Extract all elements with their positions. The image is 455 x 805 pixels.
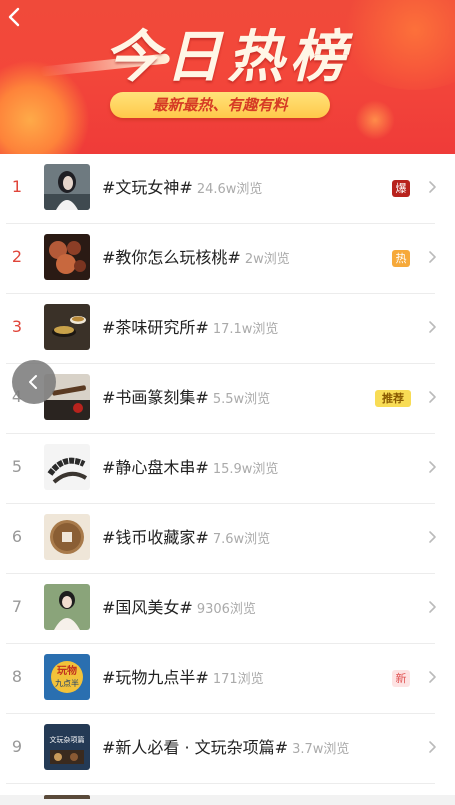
row-arrow[interactable] — [425, 389, 439, 405]
view-count: 3.7w浏览 — [292, 742, 350, 757]
hot-list-banner: 今日热榜 最新最热、有趣有料 — [0, 0, 455, 154]
row-arrow[interactable] — [425, 249, 439, 265]
thumbnail-tea-cup — [44, 304, 90, 350]
chevron-right-icon — [429, 181, 436, 193]
rank-number: 5 — [11, 457, 23, 476]
view-count: 24.6w浏览 — [196, 182, 263, 197]
thumbnail-guide-cover: 文玩杂项篇 — [44, 724, 90, 770]
row-arrow[interactable] — [425, 529, 439, 545]
row-arrow[interactable] — [425, 179, 439, 195]
chevron-right-icon — [429, 251, 436, 263]
chevron-right-icon — [429, 321, 436, 333]
bottom-scroll-edge — [0, 795, 455, 805]
floating-back-button[interactable] — [12, 360, 56, 404]
view-count: 9306浏览 — [196, 602, 256, 617]
rank-number: 7 — [11, 597, 23, 616]
row-arrow[interactable] — [425, 739, 439, 755]
view-count: 171浏览 — [212, 672, 264, 687]
thumbnail-walnut-beads — [44, 234, 90, 280]
topic-title: #茶味研究所# — [102, 318, 209, 337]
hot-badge-explosive: 爆 — [392, 180, 410, 197]
chevron-right-icon — [429, 461, 436, 473]
view-count: 7.6w浏览 — [212, 532, 271, 547]
recommend-badge: 推荐 — [375, 390, 411, 407]
topic-title: #新人必看 · 文玩杂项篇# — [102, 738, 289, 757]
topic-row-8[interactable]: 8 玩物 九点半 #玩物九点半# 171浏览 新 — [0, 644, 455, 714]
chevron-right-icon — [429, 601, 436, 613]
hot-topic-list: 1 #文玩女神# 24.6w浏览 爆 2 #教你怎么玩核桃# 2w浏览 热 3 … — [0, 154, 455, 784]
rank-number: 6 — [11, 527, 23, 546]
topic-title: #国风美女# — [102, 598, 193, 617]
row-arrow[interactable] — [425, 599, 439, 615]
topic-title: #玩物九点半# — [102, 668, 209, 687]
svg-text:玩物: 玩物 — [57, 664, 77, 677]
thumbnail-coin — [44, 514, 90, 560]
topic-title: #书画篆刻集# — [102, 388, 209, 407]
banner-subtitle: 最新最热、有趣有料 — [110, 92, 330, 118]
new-badge: 新 — [392, 670, 410, 687]
topic-title: #钱币收藏家# — [102, 528, 209, 547]
svg-text:文玩杂项篇: 文玩杂项篇 — [50, 735, 85, 744]
next-row-thumbnail-peek — [44, 795, 90, 799]
chevron-right-icon — [429, 531, 436, 543]
chevron-right-icon — [429, 671, 436, 683]
topic-row-6[interactable]: 6 #钱币收藏家# 7.6w浏览 — [0, 504, 455, 574]
topic-row-3[interactable]: 3 #茶味研究所# 17.1w浏览 — [0, 294, 455, 364]
rank-number: 2 — [11, 247, 23, 266]
view-count: 2w浏览 — [244, 252, 290, 267]
chevron-right-icon — [429, 391, 436, 403]
topic-row-9[interactable]: 9 文玩杂项篇 #新人必看 · 文玩杂项篇# 3.7w浏览 — [0, 714, 455, 784]
banner-title: 今日热榜 — [103, 24, 352, 90]
row-arrow[interactable] — [425, 319, 439, 335]
chevron-right-icon — [429, 741, 436, 753]
thumbnail-wood-beads — [44, 444, 90, 490]
hot-badge: 热 — [392, 250, 410, 267]
topic-title: #文玩女神# — [102, 178, 193, 197]
svg-text:九点半: 九点半 — [55, 678, 79, 688]
rank-number: 3 — [11, 317, 23, 336]
rank-number: 1 — [11, 177, 23, 196]
thumbnail-woman-portrait — [44, 164, 90, 210]
topic-row-2[interactable]: 2 #教你怎么玩核桃# 2w浏览 热 — [0, 224, 455, 294]
view-count: 5.5w浏览 — [212, 392, 271, 407]
row-arrow[interactable] — [425, 459, 439, 475]
topic-title: #教你怎么玩核桃# — [102, 248, 241, 267]
view-count: 15.9w浏览 — [212, 462, 279, 477]
topic-row-1[interactable]: 1 #文玩女神# 24.6w浏览 爆 — [0, 154, 455, 224]
topic-row-5[interactable]: 5 #静心盘木串# 15.9w浏览 — [0, 434, 455, 504]
topic-row-7[interactable]: 7 #国风美女# 9306浏览 — [0, 574, 455, 644]
rank-number: 9 — [11, 737, 23, 756]
rank-number: 8 — [11, 667, 23, 686]
chevron-left-icon — [29, 375, 37, 389]
thumbnail-poster: 玩物 九点半 — [44, 654, 90, 700]
topic-row-4[interactable]: 4 #书画篆刻集#5.5w浏览 推荐 — [0, 364, 455, 434]
row-arrow[interactable] — [425, 669, 439, 685]
thumbnail-hanfu-girl — [44, 584, 90, 630]
view-count: 17.1w浏览 — [212, 322, 279, 337]
topic-title: #静心盘木串# — [102, 458, 209, 477]
